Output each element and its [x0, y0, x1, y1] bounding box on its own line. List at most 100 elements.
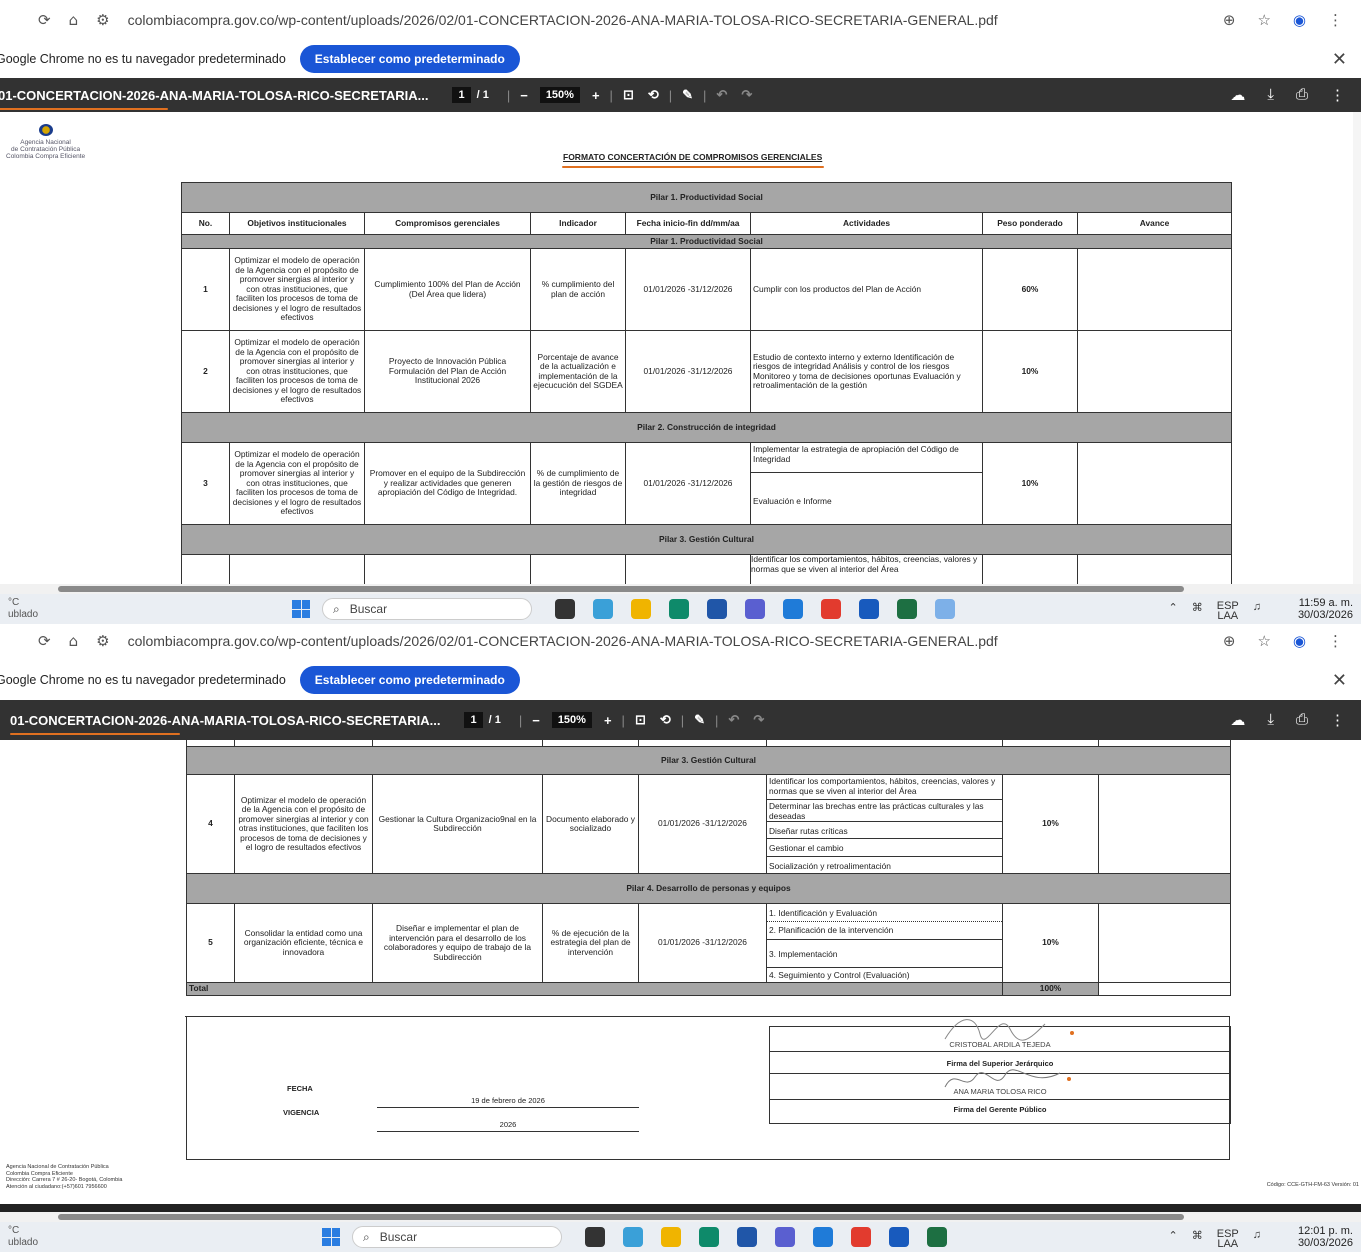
reload-icon[interactable]: ⟳: [38, 11, 51, 29]
print-icon[interactable]: ⎙: [1296, 86, 1308, 104]
file-explorer-icon[interactable]: [631, 599, 651, 619]
pdf-title: 01-CONCERTACION-2026-ANA-MARIA-TOLOSA-RI…: [0, 88, 428, 110]
taskbar-search[interactable]: ⌕ Buscar: [352, 1226, 562, 1248]
excel-icon[interactable]: [897, 599, 917, 619]
url-field[interactable]: colombiacompra.gov.co/wp-content/uploads…: [128, 633, 998, 649]
app-icon[interactable]: [813, 1227, 833, 1247]
taskview-icon[interactable]: [555, 599, 575, 619]
weather-widget[interactable]: °C ublado: [8, 1225, 38, 1249]
volume-icon[interactable]: ♫: [1253, 1229, 1261, 1249]
table-row: 4 Optimizar el modelo de operación de la…: [186, 774, 1231, 874]
rotate-icon[interactable]: ⟲: [660, 712, 671, 728]
word-icon[interactable]: [859, 599, 879, 619]
profile-icon[interactable]: ◉: [1293, 632, 1306, 650]
volume-icon[interactable]: ♫: [1253, 601, 1261, 621]
horizontal-scrollbar[interactable]: [0, 1212, 1361, 1222]
drive-icon[interactable]: ☁: [1230, 86, 1245, 104]
annotate-icon[interactable]: ✎: [682, 87, 693, 103]
more-icon[interactable]: ⋮: [1330, 86, 1345, 104]
chevron-up-icon[interactable]: ⌃: [1169, 1229, 1178, 1249]
store-icon[interactable]: [707, 599, 727, 619]
taskbar-search[interactable]: ⌕ Buscar: [322, 598, 532, 620]
chevron-up-icon[interactable]: ⌃: [1169, 601, 1178, 621]
file-explorer-icon[interactable]: [661, 1227, 681, 1247]
app-icon[interactable]: [593, 599, 613, 619]
infobar-text: Google Chrome no es tu navegador predete…: [0, 673, 286, 687]
app-icon[interactable]: [783, 599, 803, 619]
excel-icon[interactable]: [927, 1227, 947, 1247]
teams-icon[interactable]: [775, 1227, 795, 1247]
set-default-button[interactable]: Establecer como predeterminado: [299, 666, 520, 694]
network-icon[interactable]: ⌘: [1192, 601, 1203, 621]
document-code: Código: CCE-GTH-FM-63 Versión: 01: [1266, 1182, 1359, 1188]
drive-icon[interactable]: ☁: [1230, 711, 1245, 729]
default-browser-infobar: Google Chrome no es tu navegador predete…: [0, 662, 1361, 698]
zoom-input[interactable]: 150%: [551, 712, 592, 728]
more-icon[interactable]: ⋮: [1330, 711, 1345, 729]
network-icon[interactable]: ⌘: [1192, 1229, 1203, 1249]
zoom-out-icon[interactable]: −: [532, 713, 540, 728]
close-infobar-icon[interactable]: ✕: [1332, 49, 1347, 70]
pdf-toolbar: 01-CONCERTACION-2026-ANA-MARIA-TOLOSA-RI…: [0, 700, 1361, 740]
clock[interactable]: 12:01 p. m. 30/03/2026: [1298, 1225, 1353, 1249]
url-field[interactable]: colombiacompra.gov.co/wp-content/uploads…: [128, 12, 998, 28]
site-info-icon[interactable]: ⚙: [96, 11, 109, 29]
clock[interactable]: 11:59 a. m. 30/03/2026: [1298, 597, 1353, 621]
annotate-icon[interactable]: ✎: [694, 712, 705, 728]
profile-icon[interactable]: ◉: [1293, 11, 1306, 29]
zoom-in-icon[interactable]: +: [592, 88, 600, 103]
page-number-input[interactable]: 1: [452, 87, 471, 103]
fit-page-icon[interactable]: ⊡: [635, 712, 646, 728]
rotate-icon[interactable]: ⟲: [648, 87, 659, 103]
vertical-scrollbar[interactable]: [1353, 112, 1361, 584]
weather-widget[interactable]: °C ublado: [8, 597, 38, 621]
chrome-icon[interactable]: [851, 1227, 871, 1247]
chrome-icon[interactable]: [821, 599, 841, 619]
agency-logo: Agencia Nacional de Contratación Pública…: [6, 124, 85, 160]
site-info-icon[interactable]: ⚙: [96, 632, 109, 650]
language-indicator[interactable]: ESP LAA: [1217, 1229, 1239, 1250]
pdf-page-view: Pilar 3. Gestión Cultural 4 Optimizar el…: [0, 740, 1361, 1208]
set-default-button[interactable]: Establecer como predeterminado: [299, 45, 520, 73]
redo-icon[interactable]: ↷: [753, 712, 764, 728]
fit-page-icon[interactable]: ⊡: [623, 87, 634, 103]
app-icon[interactable]: [623, 1227, 643, 1247]
undo-icon[interactable]: ↶: [716, 87, 727, 103]
zoom-out-icon[interactable]: −: [520, 88, 528, 103]
bookmark-star-icon[interactable]: ☆: [1257, 11, 1270, 29]
start-button-icon[interactable]: [322, 1228, 340, 1246]
edge-icon[interactable]: [669, 599, 689, 619]
download-icon[interactable]: ⤓: [1267, 711, 1274, 729]
language-indicator[interactable]: ESP LAA: [1217, 601, 1239, 622]
home-icon[interactable]: ⌂: [69, 632, 79, 650]
vigencia-value: 2026: [377, 1120, 639, 1132]
redo-icon[interactable]: ↷: [741, 87, 752, 103]
teams-icon[interactable]: [745, 599, 765, 619]
zoom-in-icon[interactable]: +: [604, 713, 612, 728]
app-icon[interactable]: [935, 599, 955, 619]
menu-icon[interactable]: ⋮: [1328, 632, 1343, 650]
undo-icon[interactable]: ↶: [728, 712, 739, 728]
zoom-icon[interactable]: ⊕: [1223, 632, 1236, 650]
word-icon[interactable]: [889, 1227, 909, 1247]
print-icon[interactable]: ⎙: [1296, 711, 1308, 729]
home-icon[interactable]: ⌂: [69, 11, 79, 29]
reload-icon[interactable]: ⟳: [38, 632, 51, 650]
start-button-icon[interactable]: [292, 600, 310, 618]
windows-taskbar: °C ublado ⌕ Buscar ⌃ ⌘ ESP LAA ♫ 12:01 p. m…: [0, 1222, 1361, 1252]
menu-icon[interactable]: ⋮: [1328, 11, 1343, 29]
store-icon[interactable]: [737, 1227, 757, 1247]
bookmark-star-icon[interactable]: ☆: [1257, 632, 1270, 650]
table-header-row: No. Objetivos institucionales Compromisos …: [181, 212, 1233, 235]
download-icon[interactable]: ⤓: [1267, 86, 1274, 104]
taskview-icon[interactable]: [585, 1227, 605, 1247]
zoom-icon[interactable]: ⊕: [1223, 11, 1236, 29]
pdf-toolbar: 01-CONCERTACION-2026-ANA-MARIA-TOLOSA-RI…: [0, 78, 1361, 112]
close-infobar-icon[interactable]: ✕: [1332, 670, 1347, 691]
horizontal-scrollbar[interactable]: [0, 584, 1361, 594]
total-value: 100%: [1002, 982, 1099, 996]
zoom-input[interactable]: 150%: [539, 87, 580, 103]
edge-icon[interactable]: [699, 1227, 719, 1247]
system-tray: ⌃ ⌘ ESP LAA ♫: [1169, 1229, 1261, 1250]
page-number-input[interactable]: 1: [464, 712, 483, 728]
